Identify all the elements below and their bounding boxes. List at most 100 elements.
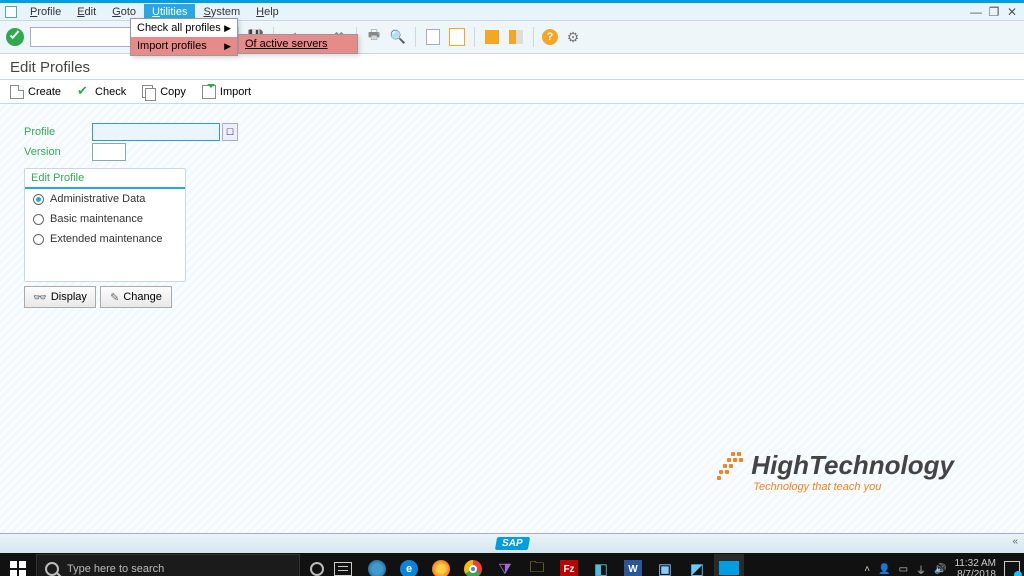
utilities-dropdown: Check all profiles ▶ Import profiles ▶ <box>130 18 238 56</box>
action-center-icon[interactable] <box>1004 561 1020 576</box>
dd-import-profiles[interactable]: Import profiles ▶ <box>131 37 237 55</box>
watermark-logo: HighTechnology Technology that teach you <box>717 450 954 493</box>
import-profiles-submenu: Of active servers <box>238 34 358 54</box>
profile-label: Profile <box>24 126 92 138</box>
radio-admin-data[interactable]: Administrative Data <box>25 189 185 209</box>
clock[interactable]: 11:32 AM 8/7/2018 <box>954 558 996 576</box>
radio-extended-maintenance[interactable]: Extended maintenance <box>25 229 185 249</box>
dd-item-label: Check all profiles <box>137 22 221 34</box>
version-label: Version <box>24 146 92 158</box>
app-icon-2[interactable]: ▣ <box>650 554 680 576</box>
copy-icon <box>142 85 156 99</box>
ie-icon[interactable] <box>362 554 392 576</box>
dd-check-all-profiles[interactable]: Check all profiles ▶ <box>131 19 237 37</box>
enter-icon[interactable] <box>6 28 24 46</box>
taskbar-search[interactable]: Type here to search <box>36 554 300 576</box>
menu-help[interactable]: Help <box>248 4 287 20</box>
minimize-icon[interactable]: — <box>968 5 984 19</box>
first-page-icon[interactable] <box>424 28 442 46</box>
profile-input[interactable] <box>92 123 220 141</box>
radio-label: Extended maintenance <box>50 233 163 245</box>
cortana-icon[interactable] <box>310 562 324 576</box>
dd-item-label: Of active servers <box>245 38 328 50</box>
search-icon <box>45 562 59 576</box>
import-button[interactable]: Import <box>202 85 251 99</box>
print-icon[interactable]: 🖶 <box>365 28 383 46</box>
window-menu-icon[interactable] <box>4 5 18 19</box>
separator <box>533 27 534 47</box>
glasses-icon: 👓 <box>33 291 47 304</box>
profile-form: Profile ☐ Version <box>24 122 238 162</box>
new-session-icon[interactable] <box>483 28 501 46</box>
firefox-icon[interactable] <box>426 554 456 576</box>
customize-layout-icon[interactable]: ⚙ <box>564 28 582 46</box>
system-tray: ˄ 👤 ▭ ⏚ 🔊 11:32 AM 8/7/2018 <box>864 558 1024 576</box>
button-row: 👓 Display ✎ Change <box>24 286 172 308</box>
people-icon[interactable]: 👤 <box>878 564 890 575</box>
create-shortcut-icon[interactable] <box>507 28 525 46</box>
help-icon[interactable]: ? <box>542 29 558 45</box>
chrome-icon[interactable] <box>458 554 488 576</box>
logo-text: HighTechnology <box>751 450 954 481</box>
battery-icon[interactable]: ▭ <box>899 564 908 575</box>
task-view-icon[interactable] <box>334 562 352 576</box>
radio-basic-maintenance[interactable]: Basic maintenance <box>25 209 185 229</box>
change-button[interactable]: ✎ Change <box>100 286 172 308</box>
radio-icon <box>33 194 44 205</box>
submenu-arrow-icon: ▶ <box>224 41 231 52</box>
pencil-icon: ✎ <box>110 291 119 304</box>
search-placeholder: Type here to search <box>67 563 164 575</box>
visualstudio-icon[interactable]: ⧩ <box>490 554 520 576</box>
statusbar-expand-icon[interactable]: « <box>1012 536 1018 547</box>
tray-date: 8/7/2018 <box>954 569 996 576</box>
f4-help-icon[interactable]: ☐ <box>222 123 238 141</box>
radio-icon <box>33 234 44 245</box>
application-toolbar: Create ✔ Check Copy Import <box>0 80 1024 104</box>
separator <box>415 27 416 47</box>
logo-tagline: Technology that teach you <box>717 481 954 493</box>
group-title: Edit Profile <box>25 169 185 189</box>
button-label: Import <box>220 86 251 98</box>
app-icon-3[interactable]: ◩ <box>682 554 712 576</box>
tray-up-icon[interactable]: ˄ <box>864 564 870 575</box>
word-icon[interactable]: W <box>618 554 648 576</box>
page-title: Edit Profiles <box>0 54 1024 80</box>
check-icon: ✔ <box>77 85 91 99</box>
filezilla-icon[interactable]: Fz <box>554 554 584 576</box>
create-button[interactable]: Create <box>10 85 61 99</box>
pinned-apps: e ⧩ 🗀 Fz ◧ W ▣ ◩ <box>362 553 744 576</box>
network-icon[interactable]: ⏚ <box>916 562 926 576</box>
sap-gui-icon[interactable] <box>714 554 744 576</box>
prev-page-icon[interactable] <box>448 28 466 46</box>
dd-of-active-servers[interactable]: Of active servers <box>239 35 357 53</box>
content-area: Profile ☐ Version Edit Profile Administr… <box>0 104 1024 534</box>
dd-item-label: Import profiles <box>137 40 207 52</box>
version-input[interactable] <box>92 143 126 161</box>
volume-icon[interactable]: 🔊 <box>934 564 946 575</box>
display-button[interactable]: 👓 Display <box>24 286 96 308</box>
create-icon <box>10 85 24 99</box>
edge-icon[interactable]: e <box>394 554 424 576</box>
radio-label: Basic maintenance <box>50 213 143 225</box>
explorer-icon[interactable]: 🗀 <box>522 554 552 576</box>
button-label: Create <box>28 86 61 98</box>
windows-taskbar: Type here to search e ⧩ 🗀 Fz ◧ W ▣ ◩ ˄ 👤… <box>0 553 1024 576</box>
status-bar: SAP « <box>0 534 1024 553</box>
start-button[interactable] <box>0 553 36 576</box>
radio-label: Administrative Data <box>50 193 145 205</box>
app-icon-1[interactable]: ◧ <box>586 554 616 576</box>
submenu-arrow-icon: ▶ <box>224 23 231 34</box>
check-button[interactable]: ✔ Check <box>77 85 126 99</box>
close-icon[interactable]: ✕ <box>1004 5 1020 19</box>
restore-icon[interactable]: ❐ <box>986 5 1002 19</box>
menu-profile[interactable]: Profile <box>22 4 69 20</box>
radio-icon <box>33 214 44 225</box>
button-label: Change <box>123 291 162 303</box>
logo-mark-icon <box>717 452 745 480</box>
sap-logo: SAP <box>495 537 530 550</box>
copy-button[interactable]: Copy <box>142 85 186 99</box>
button-label: Check <box>95 86 126 98</box>
find-icon[interactable]: 🔍 <box>389 28 407 46</box>
button-label: Display <box>51 291 87 303</box>
menu-edit[interactable]: Edit <box>69 4 104 20</box>
